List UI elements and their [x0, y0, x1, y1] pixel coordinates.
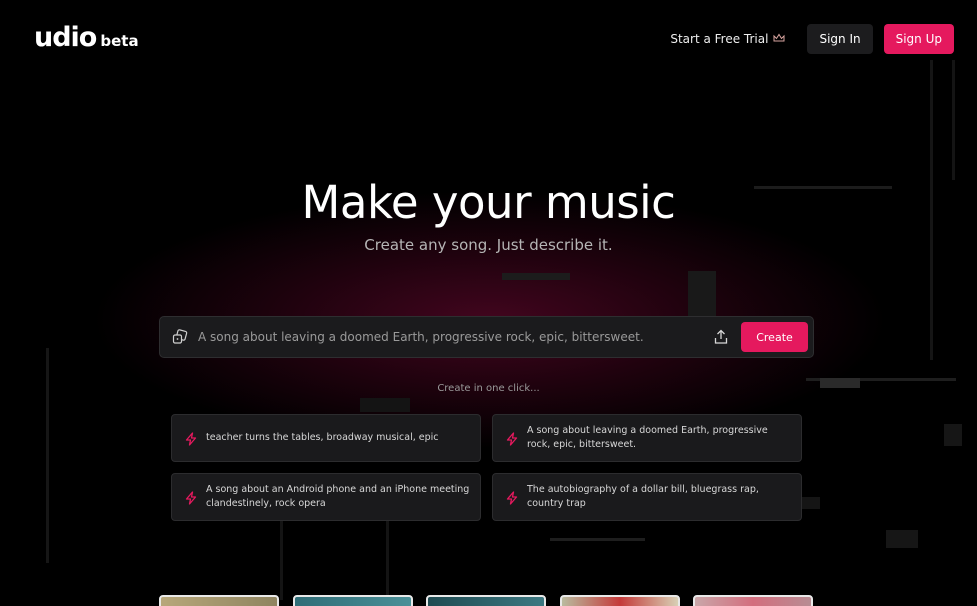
background-decoration — [944, 424, 962, 446]
hero-title: Make your music — [301, 176, 676, 229]
lightning-icon — [184, 431, 198, 446]
top-nav: Start a Free Trial Sign In Sign Up — [670, 24, 954, 54]
background-decoration — [280, 520, 283, 600]
track-thumbnail[interactable] — [293, 595, 413, 606]
background-decoration — [802, 497, 820, 509]
random-prompt-icon[interactable] — [172, 329, 188, 345]
free-trial-label: Start a Free Trial — [670, 32, 769, 46]
suggestion-text: The autobiography of a dollar bill, blue… — [527, 484, 759, 509]
sign-up-button[interactable]: Sign Up — [883, 24, 954, 54]
prompt-bar: Create — [159, 316, 814, 358]
logo-text: udio — [34, 22, 97, 53]
background-decoration — [688, 271, 716, 321]
prompt-input[interactable] — [198, 330, 713, 344]
sign-in-button[interactable]: Sign In — [807, 24, 873, 54]
suggestion-card[interactable]: The autobiography of a dollar bill, blue… — [492, 473, 802, 521]
suggestion-card[interactable]: A song about leaving a doomed Earth, pro… — [492, 414, 802, 462]
track-thumbnail[interactable] — [426, 595, 546, 606]
logo[interactable]: udio beta — [34, 22, 139, 53]
background-decoration — [386, 520, 389, 600]
suggestion-card[interactable]: A song about an Android phone and an iPh… — [171, 473, 481, 521]
create-button[interactable]: Create — [741, 322, 808, 352]
suggestion-card[interactable]: teacher turns the tables, broadway music… — [171, 414, 481, 462]
track-thumbnail[interactable] — [693, 595, 813, 606]
upload-icon[interactable] — [713, 329, 729, 345]
crown-icon — [773, 33, 785, 46]
track-thumbnail[interactable] — [159, 595, 279, 606]
suggestion-text: A song about leaving a doomed Earth, pro… — [527, 425, 768, 450]
background-decoration — [550, 538, 645, 541]
hero-subtitle: Create any song. Just describe it. — [364, 236, 613, 254]
logo-beta-label: beta — [100, 32, 139, 50]
free-trial-link[interactable]: Start a Free Trial — [670, 32, 785, 46]
lightning-icon — [505, 490, 519, 505]
lightning-icon — [184, 490, 198, 505]
one-click-label: Create in one click... — [437, 383, 540, 394]
background-decoration — [886, 530, 918, 548]
suggestion-text: A song about an Android phone and an iPh… — [206, 484, 470, 509]
track-thumbnail[interactable] — [560, 595, 680, 606]
background-decoration — [952, 60, 955, 180]
lightning-icon — [505, 431, 519, 446]
suggestion-text: teacher turns the tables, broadway music… — [206, 432, 439, 443]
background-decoration — [46, 348, 49, 563]
background-decoration — [502, 273, 570, 280]
background-decoration — [360, 398, 410, 412]
